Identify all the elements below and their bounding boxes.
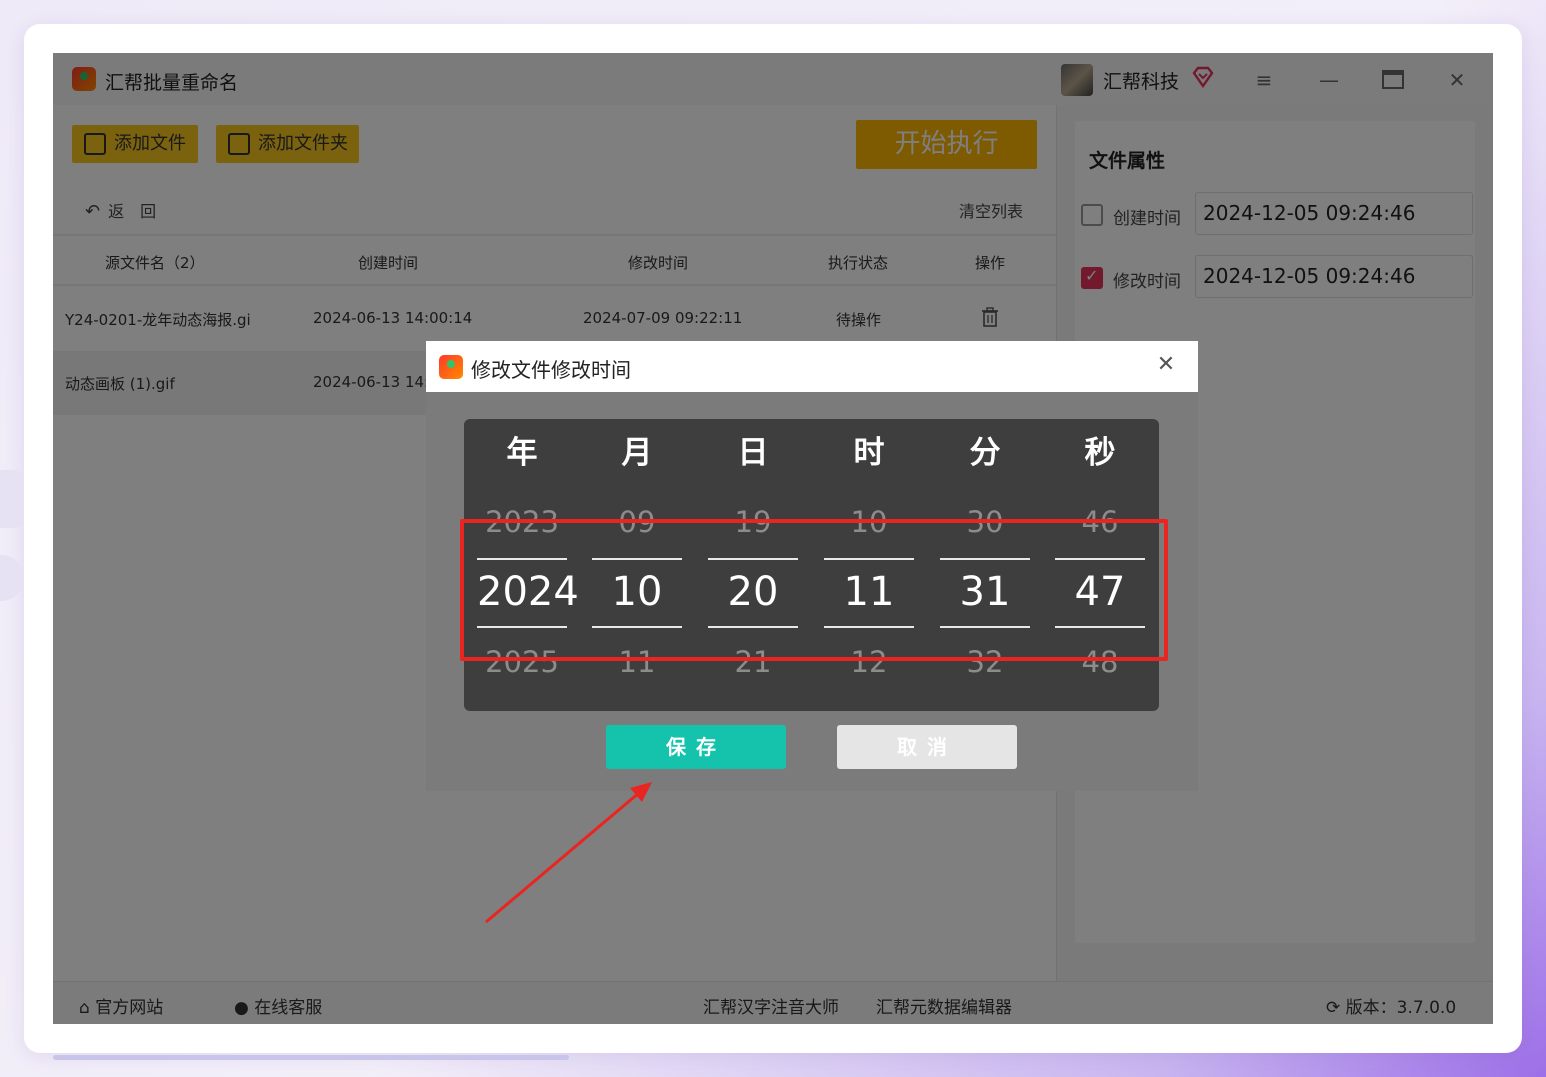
column-head: 时	[853, 435, 885, 471]
column-head: 日	[737, 435, 769, 471]
background-decoration	[0, 470, 24, 528]
annotation-arrow-icon	[485, 782, 652, 924]
close-icon[interactable]: ✕	[1153, 352, 1179, 378]
app-logo-icon	[439, 355, 463, 379]
column-head: 分	[969, 435, 1001, 471]
background-decoration	[0, 555, 24, 601]
cancel-button[interactable]: 取消	[837, 725, 1017, 769]
column-head: 月	[621, 435, 653, 471]
column-head: 年	[506, 435, 538, 471]
dialog-header: 修改文件修改时间 ✕	[426, 341, 1198, 392]
highlight-box	[460, 519, 1168, 661]
scroll-indicator	[53, 1055, 569, 1060]
column-head: 秒	[1084, 435, 1116, 471]
save-button[interactable]: 保存	[606, 725, 786, 769]
dialog-title: 修改文件修改时间	[471, 358, 631, 382]
